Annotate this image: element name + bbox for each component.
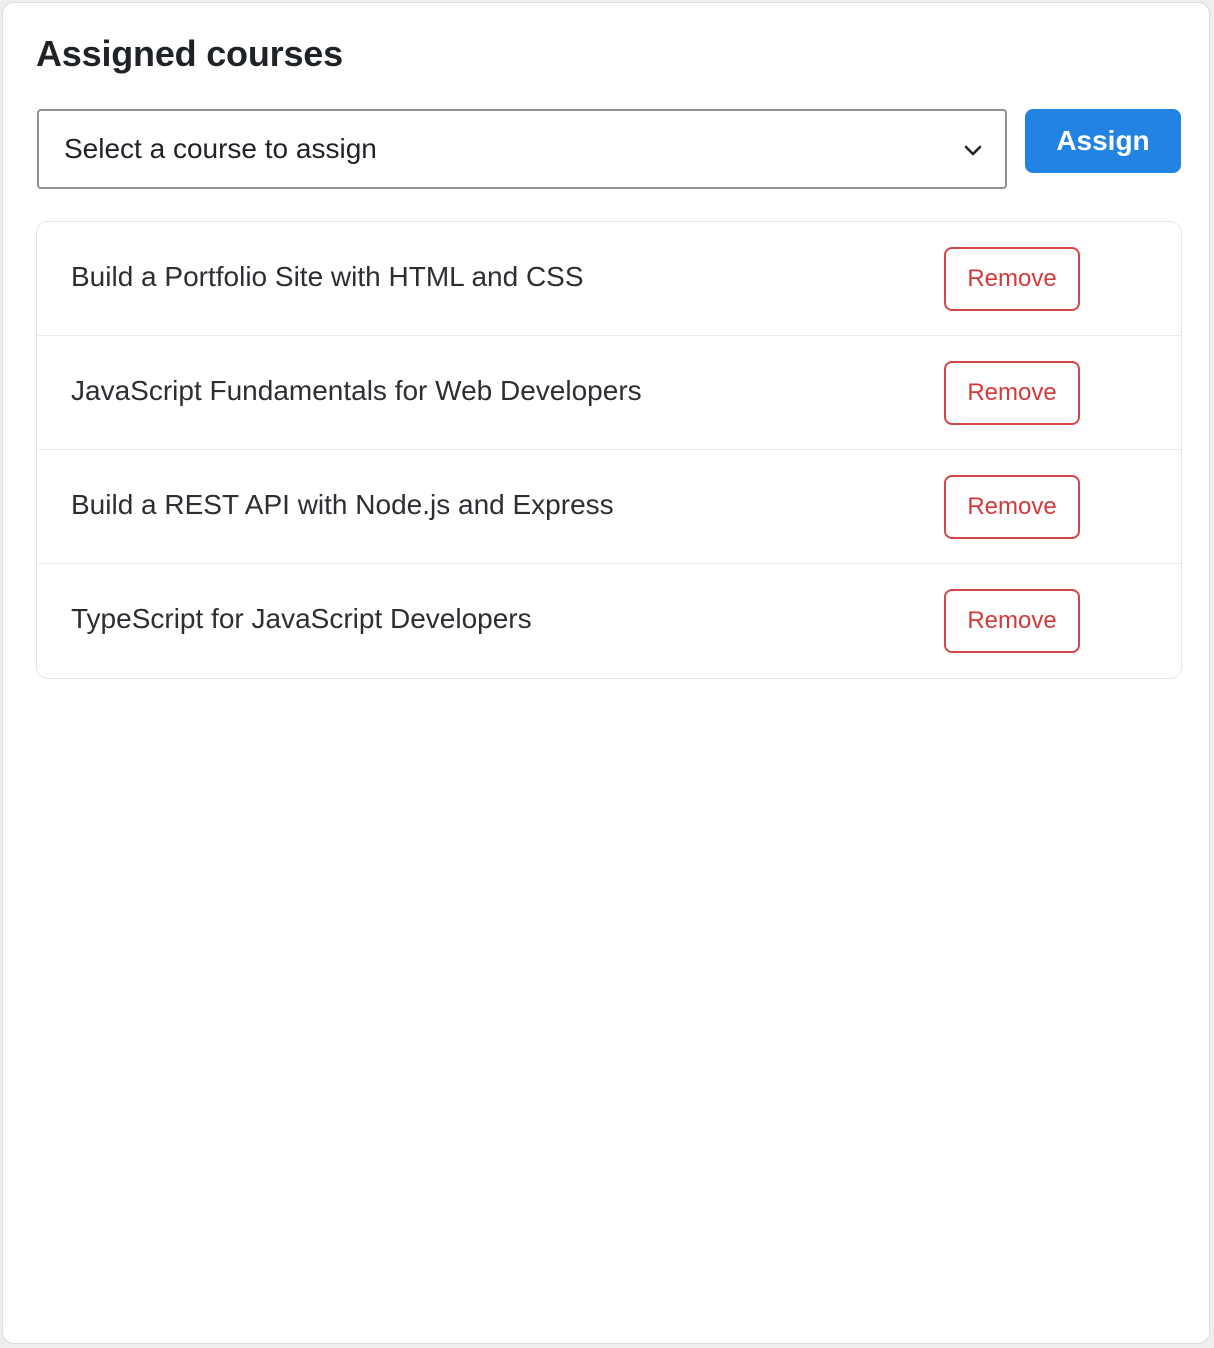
list-item: Build a REST API with Node.js and Expres…: [37, 450, 1181, 564]
chevron-down-icon: [964, 145, 982, 156]
course-name: TypeScript for JavaScript Developers: [71, 603, 532, 634]
course-select-value: Select a course to assign: [64, 133, 377, 164]
assigned-courses-panel: Assigned courses Select a course to assi…: [2, 2, 1210, 1344]
course-select[interactable]: Select a course to assign: [37, 109, 1007, 189]
remove-button[interactable]: Remove: [944, 589, 1080, 653]
page-title: Assigned courses: [36, 33, 343, 74]
course-name: Build a REST API with Node.js and Expres…: [71, 489, 614, 520]
course-list: Build a Portfolio Site with HTML and CSS…: [36, 221, 1182, 679]
remove-button[interactable]: Remove: [944, 475, 1080, 539]
list-item: Build a Portfolio Site with HTML and CSS…: [37, 222, 1181, 336]
remove-button[interactable]: Remove: [944, 361, 1080, 425]
course-name: Build a Portfolio Site with HTML and CSS: [71, 261, 584, 292]
remove-button[interactable]: Remove: [944, 247, 1080, 311]
list-item: TypeScript for JavaScript Developers Rem…: [37, 564, 1181, 678]
course-name: JavaScript Fundamentals for Web Develope…: [71, 375, 642, 406]
assign-button[interactable]: Assign: [1025, 109, 1181, 173]
list-item: JavaScript Fundamentals for Web Develope…: [37, 336, 1181, 450]
